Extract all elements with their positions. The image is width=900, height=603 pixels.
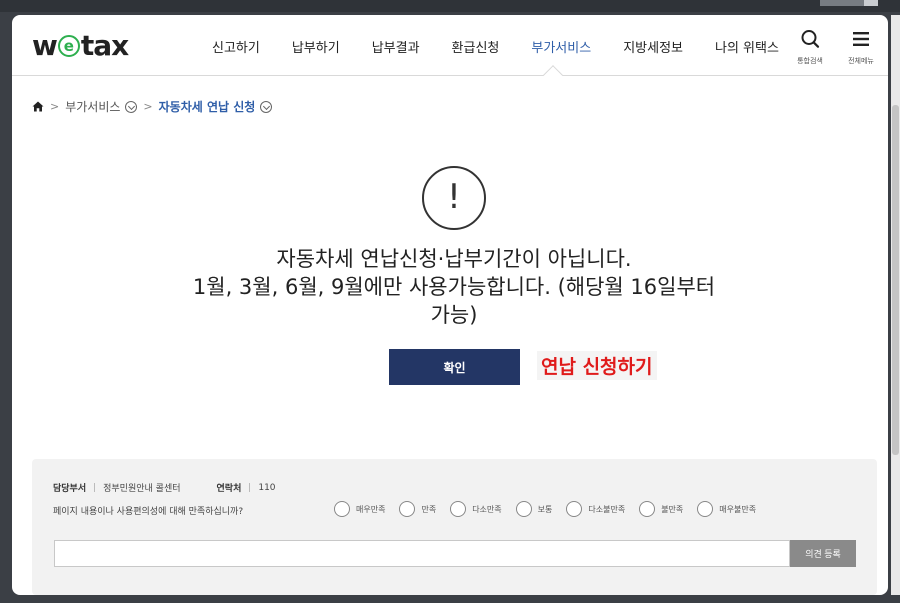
wetax-logo[interactable]: w e tax xyxy=(32,29,129,62)
nav-item-pay-result[interactable]: 납부결과 xyxy=(372,37,420,56)
scrollbar-thumb[interactable] xyxy=(892,105,899,455)
divider xyxy=(94,483,96,492)
nav-item-refund[interactable]: 환급신청 xyxy=(452,37,500,56)
top-utility-links xyxy=(592,0,800,3)
radio-button[interactable] xyxy=(566,501,583,517)
nav-item-my-wetax[interactable]: 나의 위택스 xyxy=(715,37,779,56)
nav-item-report[interactable]: 신고하기 xyxy=(212,37,260,56)
main-nav: 신고하기 납부하기 납부결과 환급신청 부가서비스 지방세정보 나의 위택스 xyxy=(212,37,811,56)
top-search-button[interactable] xyxy=(864,0,878,6)
top-link[interactable] xyxy=(778,0,800,3)
radio-button[interactable] xyxy=(639,501,656,517)
active-nav-caret xyxy=(543,65,563,85)
breadcrumb-level1[interactable]: 부가서비스 xyxy=(65,98,120,115)
chevron-down-icon[interactable] xyxy=(260,100,273,113)
radio-button[interactable] xyxy=(515,501,532,517)
dept-label: 담당부서 xyxy=(53,484,87,494)
alert-message-line1: 자동차세 연납신청·납부기간이 아닙니다. xyxy=(276,247,632,271)
alert-message-line2: 1월, 3월, 6월, 9월에만 사용가능합니다. (해당월 16일부터 xyxy=(192,275,716,299)
search-label: 통합검색 xyxy=(797,57,823,65)
option-satisfied[interactable]: 만족 xyxy=(399,501,436,517)
top-link[interactable] xyxy=(716,0,738,3)
page-scrollbar[interactable] xyxy=(891,15,900,595)
radio-button[interactable] xyxy=(399,501,416,517)
main-card: w e tax 신고하기 납부하기 납부결과 환급신청 부가서비스 지방세정보 … xyxy=(12,15,888,595)
nav-item-pay[interactable]: 납부하기 xyxy=(292,37,340,56)
option-somewhat-dissatisfied[interactable]: 다소불만족 xyxy=(566,501,625,517)
submit-feedback-button[interactable]: 의견 등록 xyxy=(790,540,856,567)
breadcrumb: > 부가서비스 > 자동차세 연납 신청 xyxy=(32,98,273,115)
chevron-down-icon[interactable] xyxy=(125,100,138,113)
exclamation-icon: ! xyxy=(422,166,486,230)
radio-button[interactable] xyxy=(450,501,467,517)
option-very-dissatisfied[interactable]: 매우불만족 xyxy=(697,501,756,517)
chevron-right-icon: > xyxy=(143,100,153,113)
nav-item-extra-services[interactable]: 부가서비스 xyxy=(531,37,591,56)
contact-info: 담당부서 정부민원안내 콜센터 연락처 110 xyxy=(53,481,276,495)
dept-value: 정부민원안내 콜센터 xyxy=(103,484,181,494)
breadcrumb-current[interactable]: 자동차세 연납 신청 xyxy=(159,98,256,115)
contact-label: 연락처 xyxy=(216,484,242,494)
option-neutral[interactable]: 보통 xyxy=(515,501,552,517)
top-link[interactable] xyxy=(654,0,676,3)
alert-message-line3: 가능) xyxy=(430,303,478,327)
logo-text-w: w xyxy=(32,29,58,62)
option-very-satisfied[interactable]: 매우만족 xyxy=(334,501,385,517)
confirm-button[interactable]: 확인 xyxy=(389,349,520,385)
contact-value: 110 xyxy=(258,482,276,493)
unified-search-button[interactable]: 통합검색 xyxy=(790,29,830,66)
chevron-right-icon: > xyxy=(50,100,60,113)
option-dissatisfied[interactable]: 불만족 xyxy=(639,501,683,517)
menu-label: 전체메뉴 xyxy=(848,57,874,65)
feedback-panel: 담당부서 정부민원안내 콜센터 연락처 110 페이지 내용이나 사용편의성에 … xyxy=(32,459,877,595)
top-link[interactable] xyxy=(592,0,614,3)
satisfaction-options: 매우만족 만족 다소만족 보통 다소불만족 불만족 매우불만족 xyxy=(334,501,770,517)
option-somewhat-satisfied[interactable]: 다소만족 xyxy=(450,501,502,517)
logo-text-tax: tax xyxy=(80,29,129,62)
site-header: w e tax 신고하기 납부하기 납부결과 환급신청 부가서비스 지방세정보 … xyxy=(12,15,888,85)
home-icon[interactable] xyxy=(32,101,44,112)
satisfaction-question: 페이지 내용이나 사용편의성에 대해 만족하십니까? xyxy=(53,507,244,517)
full-menu-button[interactable]: 전체메뉴 xyxy=(841,29,881,66)
radio-button[interactable] xyxy=(697,501,714,517)
hamburger-menu-icon xyxy=(853,32,869,46)
nav-item-local-tax-info[interactable]: 지방세정보 xyxy=(623,37,683,56)
divider xyxy=(249,483,251,492)
radio-button[interactable] xyxy=(334,501,350,517)
top-utility-bar xyxy=(0,0,900,12)
feedback-input[interactable] xyxy=(54,540,790,567)
annotation-label: 연납 신청하기 xyxy=(537,351,657,380)
logo-e-icon: e xyxy=(57,34,80,57)
search-icon xyxy=(801,30,820,48)
alert-message: 자동차세 연납신청·납부기간이 아닙니다. 1월, 3월, 6월, 9월에만 사… xyxy=(162,245,746,329)
